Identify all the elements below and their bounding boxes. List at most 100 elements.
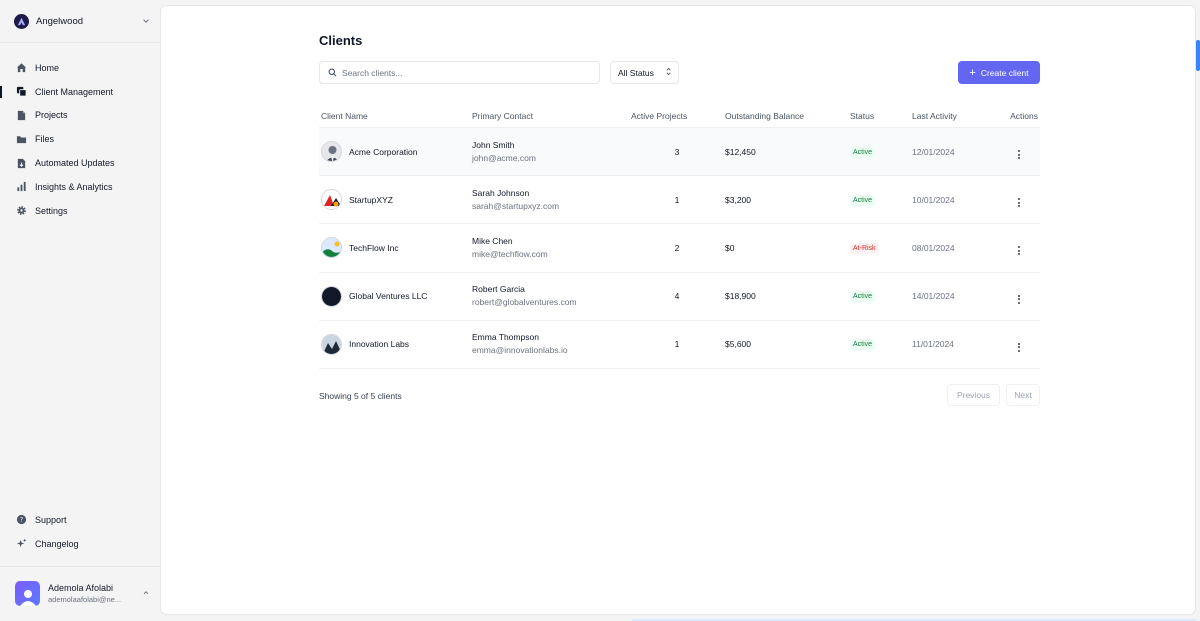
sidebar-item-settings[interactable]: Settings: [0, 199, 160, 223]
sidebar: Angelwood Home Client Management Project…: [0, 0, 160, 621]
sidebar-item-label: Settings: [35, 205, 68, 216]
contact-cell: Sarah Johnson sarah@startupxyz.com: [472, 187, 629, 213]
sidebar-item-label: Automated Updates: [35, 158, 115, 169]
sidebar-item-label: Projects: [35, 110, 68, 121]
active-projects: 1: [674, 194, 680, 205]
contact-email: john@acme.com: [472, 152, 536, 163]
main-panel: Clients All Status + Create client Clien…: [160, 5, 1196, 615]
client-name[interactable]: TechFlow Inc: [349, 243, 399, 253]
create-client-button[interactable]: + Create client: [958, 61, 1040, 84]
document-icon: [15, 109, 27, 121]
clients-table: Client Name Primary Contact Active Proje…: [319, 104, 1040, 369]
more-options-icon[interactable]: [1018, 150, 1020, 160]
more-options-icon[interactable]: [1018, 342, 1020, 352]
folder-icon: [15, 133, 27, 145]
help-icon: ?: [15, 514, 27, 526]
sidebar-item-changelog[interactable]: Changelog: [0, 532, 160, 556]
last-activity: 11/01/2024: [912, 339, 954, 350]
contact-cell: John Smith john@acme.com: [472, 139, 629, 165]
client-cell: TechFlow Inc: [319, 237, 472, 259]
table-row[interactable]: Global Ventures LLC Robert Garcia robert…: [319, 273, 1040, 321]
sparkles-icon: [15, 538, 27, 550]
org-name: Angelwood: [36, 15, 84, 27]
status-badge: At-Risk: [850, 242, 879, 254]
header-last-activity: Last Activity: [912, 110, 957, 121]
more-options-icon[interactable]: [1018, 198, 1020, 208]
more-options-icon[interactable]: [1018, 246, 1020, 256]
org-logo-icon: [14, 13, 29, 29]
user-email: ademolaafolabi@ne...: [48, 594, 122, 604]
chevron-updown-icon: [665, 67, 672, 78]
last-activity: 12/01/2024: [912, 146, 955, 157]
client-avatar: [321, 285, 342, 307]
header-active-projects: Active Projects: [631, 110, 688, 121]
table-row[interactable]: StartupXYZ Sarah Johnson sarah@startupxy…: [319, 176, 1040, 225]
client-avatar: [321, 189, 342, 211]
org-switcher[interactable]: Angelwood: [14, 12, 150, 30]
header-status: Status: [850, 110, 875, 121]
outstanding-balance: $5,600: [725, 339, 751, 350]
client-name[interactable]: StartupXYZ: [349, 195, 393, 205]
sidebar-item-label: Changelog: [35, 538, 79, 549]
status-filter-select[interactable]: All Status: [610, 61, 679, 84]
user-menu[interactable]: Ademola Afolabi ademolaafolabi@ne...: [15, 580, 150, 606]
sidebar-divider: [0, 566, 160, 567]
search-box[interactable]: [319, 61, 600, 84]
status-badge: Active: [850, 291, 876, 303]
home-icon: [15, 62, 27, 74]
more-options-icon[interactable]: [1018, 294, 1020, 304]
client-avatar: [321, 237, 342, 259]
sidebar-item-projects[interactable]: Projects: [0, 104, 160, 128]
contact-email: robert@globalventures.com: [472, 297, 577, 308]
status-badge: Active: [850, 194, 876, 206]
sidebar-item-label: Insights & Analytics: [35, 181, 113, 192]
bar-chart-icon: [15, 181, 27, 193]
client-cell: Global Ventures LLC: [319, 285, 472, 307]
client-avatar: [321, 141, 342, 163]
search-input[interactable]: [342, 67, 582, 78]
table-row[interactable]: TechFlow Inc Mike Chen mike@techflow.com…: [319, 224, 1040, 273]
file-arrow-icon: [15, 157, 27, 169]
clients-icon: [15, 86, 27, 98]
page-title: Clients: [319, 33, 363, 48]
create-client-label: Create client: [980, 67, 1029, 78]
sidebar-item-automated-updates[interactable]: Automated Updates: [0, 151, 160, 175]
outstanding-balance: $18,900: [725, 291, 756, 302]
pagination-summary: Showing 5 of 5 clients: [319, 391, 402, 401]
contact-cell: Mike Chen mike@techflow.com: [472, 235, 629, 261]
search-icon: [328, 64, 337, 82]
outstanding-balance: $12,450: [725, 146, 756, 157]
header-client-name: Client Name: [321, 110, 368, 121]
contact-cell: Robert Garcia robert@globalventures.com: [472, 283, 629, 309]
sidebar-bottom-nav: ? Support Changelog: [0, 508, 160, 556]
active-projects: 1: [674, 339, 680, 350]
contact-email: mike@techflow.com: [472, 248, 548, 259]
user-name: Ademola Afolabi: [48, 582, 114, 593]
previous-page-button[interactable]: Previous: [947, 384, 1000, 406]
sidebar-item-label: Client Management: [35, 86, 114, 97]
table-header: Client Name Primary Contact Active Proje…: [319, 104, 1040, 128]
client-name[interactable]: Acme Corporation: [349, 147, 418, 157]
sidebar-item-client-management[interactable]: Client Management: [0, 80, 160, 104]
table-row[interactable]: Innovation Labs Emma Thompson emma@innov…: [319, 321, 1040, 369]
client-cell: StartupXYZ: [319, 189, 472, 211]
active-projects: 2: [674, 242, 680, 253]
next-page-button[interactable]: Next: [1006, 384, 1040, 406]
table-row[interactable]: Acme Corporation John Smith john@acme.co…: [319, 128, 1040, 177]
plus-icon: +: [969, 66, 976, 79]
gear-icon: [15, 205, 27, 217]
sidebar-item-label: Home: [35, 62, 60, 73]
client-cell: Innovation Labs: [319, 333, 472, 355]
sidebar-item-files[interactable]: Files: [0, 127, 160, 151]
chevron-down-icon: [142, 12, 150, 30]
sidebar-item-insights[interactable]: Insights & Analytics: [0, 175, 160, 199]
sidebar-item-support[interactable]: ? Support: [0, 508, 160, 532]
header-actions: Actions: [1010, 110, 1038, 121]
client-name[interactable]: Innovation Labs: [349, 339, 409, 349]
last-activity: 10/01/2024: [912, 194, 955, 205]
scrollbar-thumb[interactable]: [1196, 40, 1200, 71]
sidebar-item-home[interactable]: Home: [0, 56, 160, 80]
contact-name: Sarah Johnson: [472, 187, 530, 198]
client-name[interactable]: Global Ventures LLC: [349, 291, 427, 301]
sidebar-item-label: Files: [35, 134, 55, 145]
